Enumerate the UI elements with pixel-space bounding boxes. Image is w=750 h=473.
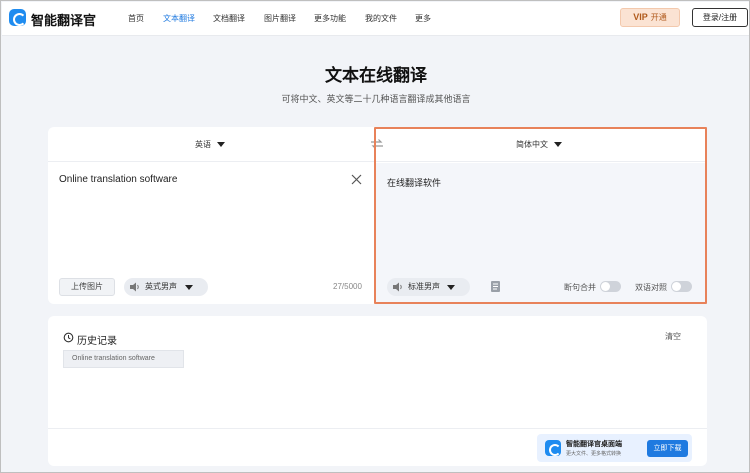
app-logo-icon[interactable] (9, 9, 26, 26)
history-card: 历史记录 清空 Online translation software 智能翻译… (48, 316, 707, 466)
character-count: 27/5000 (333, 282, 362, 291)
app-logo-text[interactable]: 智能翻译官 (31, 10, 96, 29)
nav-item-more-features[interactable]: 更多功能 (314, 13, 346, 24)
speaker-icon (130, 282, 139, 292)
promo-subtitle: 更大文件、更多格式转换 (566, 451, 622, 457)
source-voice-select[interactable]: 英式男声 (124, 278, 208, 296)
nav-item-my-files[interactable]: 我的文件 (365, 13, 397, 24)
source-language-label: 英语 (195, 140, 211, 149)
vip-button[interactable]: VIP 开通 (620, 8, 680, 27)
history-title: 历史记录 (77, 336, 117, 347)
desktop-app-promo: 智能翻译官桌面端 更大文件、更多格式转换 立即下载 (537, 434, 692, 462)
top-nav: 智能翻译官 首页 文本翻译 文档翻译 图片翻译 更多功能 我的文件 更多 VIP… (2, 2, 749, 36)
history-icon (63, 332, 74, 343)
nav-item-more[interactable]: 更多 (415, 13, 431, 24)
nav-item-doc-translate[interactable]: 文档翻译 (213, 13, 245, 24)
source-language-select[interactable]: 英语 (195, 139, 225, 150)
nav-item-text-translate[interactable]: 文本翻译 (163, 13, 195, 24)
download-bar: 智能翻译官桌面端 更大文件、更多格式转换 立即下载 (48, 428, 707, 466)
target-highlight-frame (374, 127, 707, 304)
app-logo-icon (545, 440, 561, 456)
page-title: 文本在线翻译 (325, 66, 427, 85)
source-text-input[interactable]: Online translation software (59, 174, 177, 185)
vip-badge: VIP (633, 12, 648, 22)
page-subtitle: 可将中文、英文等二十几种语言翻译成其他语言 (281, 94, 471, 104)
download-now-button[interactable]: 立即下载 (647, 440, 688, 457)
upload-image-button[interactable]: 上传图片 (59, 278, 115, 296)
history-item[interactable]: Online translation software (63, 350, 184, 368)
clear-history-button[interactable]: 清空 (665, 331, 681, 342)
nav-item-home[interactable]: 首页 (128, 13, 144, 24)
login-register-button[interactable]: 登录/注册 (692, 8, 748, 27)
close-icon[interactable] (351, 174, 362, 185)
source-voice-label: 英式男声 (145, 282, 177, 291)
promo-title: 智能翻译官桌面端 (566, 441, 622, 448)
chevron-down-icon (185, 285, 193, 290)
nav-item-image-translate[interactable]: 图片翻译 (264, 13, 296, 24)
app-frame: 智能翻译官 首页 文本翻译 文档翻译 图片翻译 更多功能 我的文件 更多 VIP… (0, 0, 750, 473)
vip-action-label: 开通 (650, 13, 667, 22)
chevron-down-icon (217, 142, 225, 148)
